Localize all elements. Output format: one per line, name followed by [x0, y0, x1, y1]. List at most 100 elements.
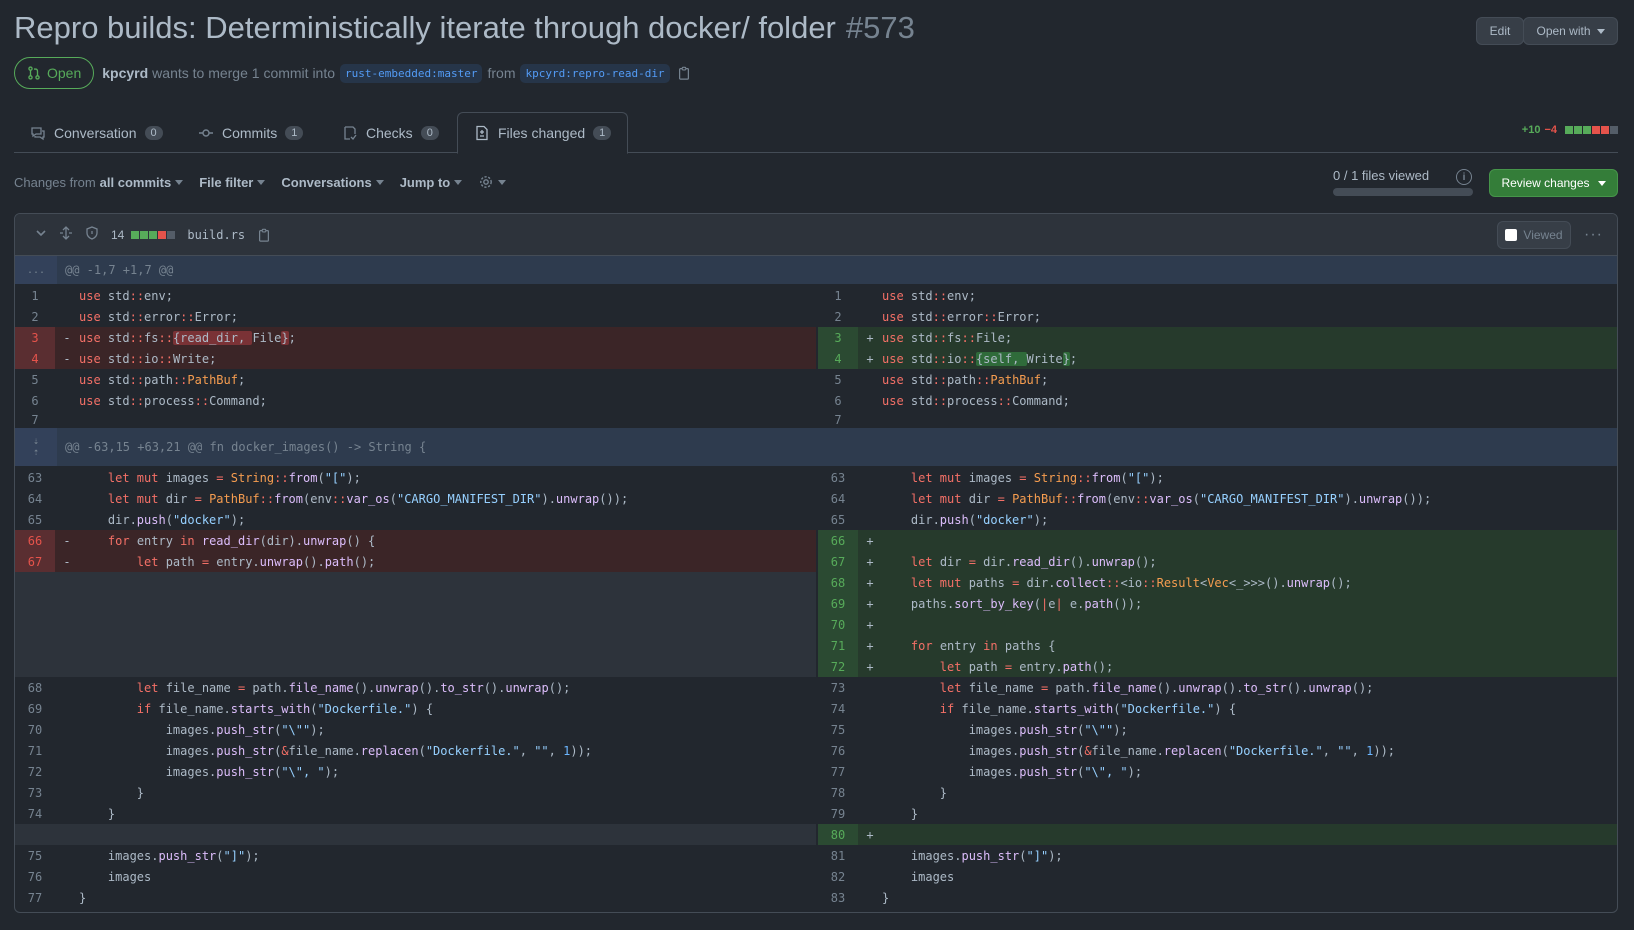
- chevron-down-icon: [175, 179, 184, 185]
- diff-line: 82 images: [830, 869, 955, 884]
- diffstat: +10 −4: [1522, 124, 1618, 136]
- jump-to-dropdown[interactable]: Jump to: [400, 175, 463, 190]
- diff-line: 7: [31, 412, 39, 427]
- changes-from-label: Changes from: [14, 174, 96, 190]
- state-label: Open: [47, 65, 82, 81]
- tab-commits[interactable]: Commits 1: [182, 112, 319, 153]
- diff-line-added: 72 + let path = entry.path();: [818, 656, 1617, 677]
- diff-line: 73 let file_name = path.file_name().unwr…: [830, 680, 1374, 695]
- diff-line: 64 let mut dir = PathBuf::from(env::var_…: [830, 491, 1432, 506]
- tab-count: 0: [420, 125, 439, 140]
- settings-dropdown[interactable]: [478, 174, 507, 190]
- commit-icon: [199, 128, 213, 137]
- copy-icon[interactable]: [257, 228, 271, 242]
- diff-line-empty: [15, 824, 816, 845]
- hunk-header: ... @@ -1,7 +1,7 @@: [15, 256, 1617, 284]
- tab-label: Commits: [222, 124, 278, 141]
- chevron-down-icon: [1596, 28, 1605, 34]
- file-filter-dropdown[interactable]: File filter: [199, 175, 266, 190]
- diff-line: 79 }: [830, 806, 919, 821]
- tab-count: 1: [593, 126, 612, 140]
- tab-checks[interactable]: Checks 0: [326, 112, 455, 153]
- diff-line-deleted: 66- for entry in read_dir(dir).unwrap() …: [15, 530, 816, 551]
- chevron-down-icon: [375, 179, 384, 185]
- file-diff-icon: [476, 125, 488, 141]
- expand-both-icon[interactable]: ⇣ ⇡: [15, 428, 57, 466]
- checkbox-box: [1505, 229, 1518, 241]
- author-link[interactable]: kpcyrd: [102, 65, 148, 81]
- diff-line: 71 images.push_str(&file_name.replacen("…: [27, 743, 593, 758]
- diff-line-added: 69 + paths.sort_by_key(|e| e.path());: [818, 593, 1617, 614]
- progress-bar: [1333, 188, 1473, 196]
- diff-line: 64 let mut dir = PathBuf::from(env::var_…: [27, 491, 629, 506]
- changes-from-dropdown[interactable]: Changes from all commits: [14, 174, 184, 190]
- chevron-down-icon: [498, 179, 507, 185]
- diff-line: 77 images.push_str("\", ");: [830, 764, 1143, 779]
- diff-line: 6 use std::process::Command;: [31, 393, 267, 408]
- diff-line: 7: [834, 412, 842, 427]
- diff-line: 69 if file_name.starts_with("Dockerfile.…: [27, 701, 434, 716]
- from-text: from: [487, 65, 516, 81]
- diff-line-added: 66 +: [818, 530, 1617, 551]
- tab-label: Files changed: [498, 125, 586, 141]
- diff-line: 70 images.push_str("\"");: [27, 722, 325, 737]
- deletions-count: −4: [1544, 124, 1557, 136]
- expand-all-icon[interactable]: [59, 226, 73, 243]
- base-branch[interactable]: rust-embedded:master: [340, 63, 483, 83]
- file-diff: 14 build.rs Viewed ··· ... @@ -1,7 +1,7 …: [14, 213, 1618, 913]
- state-badge: Open: [14, 57, 95, 89]
- open-with-button[interactable]: Open with: [1523, 17, 1618, 45]
- diff-line: 63 let mut images = String::from("[");: [830, 470, 1164, 485]
- diff-line: 1 use std::env;: [31, 288, 173, 303]
- viewed-checkbox[interactable]: Viewed: [1497, 221, 1571, 249]
- tab-conversation[interactable]: Conversation 0: [14, 112, 179, 153]
- diff-line-added: 67 + let dir = dir.read_dir().unwrap();: [818, 551, 1617, 572]
- viewed-label: Viewed: [1523, 228, 1563, 242]
- diff-line: 63 let mut images = String::from("[");: [27, 470, 361, 485]
- diff-line: 83 }: [830, 890, 890, 905]
- hunk-header: ⇣ ⇡ @@ -63,15 +63,21 @@ fn docker_images(…: [15, 428, 1617, 466]
- additions-count: +10: [1521, 124, 1541, 136]
- diff-line: 81 images.push_str("]");: [830, 848, 1063, 863]
- diff-line: 74 if file_name.starts_with("Dockerfile.…: [830, 701, 1237, 716]
- tab-count: 0: [144, 125, 163, 140]
- head-branch[interactable]: kpcyrd:repro-read-dir: [520, 63, 670, 83]
- tab-files-changed[interactable]: Files changed 1: [457, 112, 629, 154]
- files-viewed-label: 0 / 1 files viewed: [1333, 168, 1430, 183]
- diff-line: 78 }: [830, 785, 948, 800]
- jump-to-label: Jump to: [399, 174, 451, 190]
- review-changes-button[interactable]: Review changes: [1489, 169, 1618, 197]
- diff-line-deleted: 3- use std::fs::{read_dir, File};: [15, 327, 816, 348]
- expand-up-icon[interactable]: ...: [15, 256, 57, 284]
- diff-line: 5 use std::path::PathBuf;: [834, 372, 1049, 387]
- conversations-label: Conversations: [281, 174, 372, 190]
- file-change-count: 14: [111, 227, 125, 242]
- diff-line: 2 use std::error::Error;: [31, 309, 238, 324]
- file-name[interactable]: build.rs: [187, 228, 245, 242]
- review-changes-label: Review changes: [1501, 176, 1590, 190]
- diff-toolbar: Changes from all commits File filter Conv…: [14, 170, 522, 194]
- pr-number: #573: [845, 10, 915, 45]
- diff-line-added: 4 + use std::io::{self, Write};: [818, 348, 1617, 369]
- diff-line-empty: [15, 572, 816, 677]
- hunk-header-text: @@ -1,7 +1,7 @@: [65, 263, 174, 277]
- chevron-down-icon: [454, 179, 463, 185]
- chevron-down-icon: [1597, 180, 1606, 186]
- diff-line: 77 }: [27, 890, 87, 905]
- diff-line: 68 let file_name = path.file_name().unwr…: [27, 680, 571, 695]
- copy-icon[interactable]: [677, 66, 691, 80]
- changes-from-value: all commits: [99, 174, 172, 190]
- conversations-dropdown[interactable]: Conversations: [281, 174, 384, 190]
- kebab-menu-icon[interactable]: ···: [1584, 226, 1603, 244]
- chevron-down-icon[interactable]: [35, 227, 47, 242]
- diff-line-added: 3 + use std::fs::File;: [818, 327, 1617, 348]
- edit-label: Edit: [1489, 24, 1511, 38]
- diff-line-deleted: 67- let path = entry.unwrap().path();: [15, 551, 816, 572]
- open-with-label: Open with: [1536, 24, 1591, 38]
- edit-button[interactable]: Edit: [1476, 17, 1524, 45]
- shield-icon: [85, 226, 99, 243]
- diff-line: 6 use std::process::Command;: [834, 393, 1070, 408]
- diff-line-deleted: 4- use std::io::Write;: [15, 348, 816, 369]
- diff-line: 74 }: [27, 806, 116, 821]
- info-icon[interactable]: i: [1456, 169, 1472, 185]
